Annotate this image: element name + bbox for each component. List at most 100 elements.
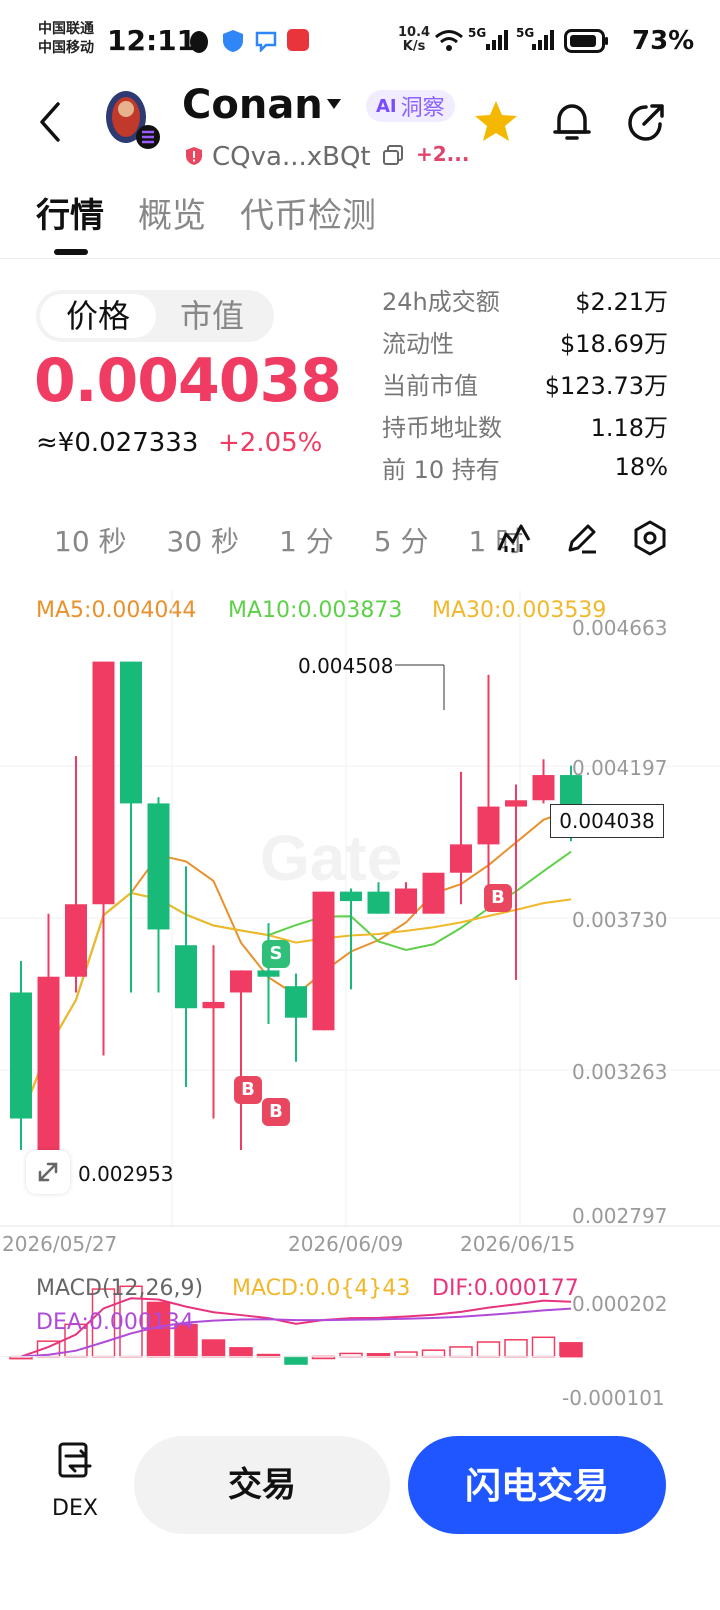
dea-legend: DEA:0.000134 bbox=[36, 1310, 194, 1335]
back-arrow-icon[interactable] bbox=[30, 100, 74, 144]
expand-icon bbox=[38, 1162, 58, 1182]
expand-chart-button[interactable] bbox=[26, 1150, 70, 1194]
x-tick-label: 2026/05/27 bbox=[2, 1232, 118, 1256]
share-icon[interactable] bbox=[622, 98, 670, 146]
candle-body bbox=[230, 970, 252, 993]
tab-market[interactable]: 行情 bbox=[36, 188, 104, 258]
macd-histogram-bar bbox=[504, 1339, 528, 1358]
stat-row: 当前市值 $123.73万 bbox=[382, 362, 668, 404]
macd-y-tick: 0.000202 bbox=[572, 1292, 668, 1316]
indicator-chart-icon[interactable] bbox=[496, 520, 532, 556]
signal-bars-1-icon bbox=[486, 30, 508, 50]
signal-bars-2-icon bbox=[532, 30, 554, 50]
more-chains-link[interactable]: +2... bbox=[416, 142, 469, 166]
interval-30s[interactable]: 30 秒 bbox=[167, 520, 240, 560]
chart-settings-icon[interactable] bbox=[632, 520, 668, 556]
candle-body bbox=[65, 904, 87, 977]
tab-token-check[interactable]: 代币检测 bbox=[240, 188, 376, 258]
star-icon[interactable] bbox=[472, 98, 520, 146]
qq-icon bbox=[190, 31, 208, 53]
toggle-price[interactable]: 价格 bbox=[40, 294, 156, 338]
token-avatar bbox=[106, 91, 160, 149]
y-tick-label: 0.002797 bbox=[572, 1204, 668, 1228]
candle-body bbox=[202, 1001, 225, 1009]
main-tabs: 行情 概览 代币检测 bbox=[36, 188, 376, 258]
macd-histogram-bar bbox=[559, 1342, 583, 1358]
macd-histogram-bar bbox=[229, 1347, 253, 1358]
battery-percent: 73% bbox=[632, 26, 695, 56]
dex-swap-icon bbox=[58, 1442, 92, 1478]
tab-overview[interactable]: 概览 bbox=[138, 188, 206, 258]
y-tick-label: 0.004197 bbox=[572, 756, 668, 780]
price-change: +2.05% bbox=[218, 428, 323, 458]
token-name[interactable]: Conan bbox=[182, 82, 323, 128]
trade-button[interactable]: 交易 bbox=[134, 1436, 390, 1534]
carrier-labels: 中国联通 中国移动 bbox=[38, 20, 94, 58]
candle-body bbox=[532, 775, 555, 801]
buy-marker[interactable]: B bbox=[484, 884, 512, 912]
carrier-1: 中国联通 bbox=[38, 21, 94, 37]
last-price-tag: 0.004038 bbox=[550, 804, 664, 838]
price-mcap-toggle: 价格 市值 bbox=[36, 290, 274, 342]
net-speed-value: 10.4 bbox=[398, 25, 431, 40]
net-speed: 10.4 K/s bbox=[398, 26, 430, 54]
stat-label: 持币地址数 bbox=[382, 413, 502, 442]
contract-address[interactable]: CQva...xBQt bbox=[212, 142, 371, 172]
watermark-logo: Gate bbox=[260, 822, 402, 894]
candle-body bbox=[450, 844, 472, 873]
macd-histogram-bar bbox=[421, 1349, 446, 1358]
candle-body bbox=[257, 970, 280, 977]
stat-label: 当前市值 bbox=[382, 371, 478, 400]
current-price: 0.004038 bbox=[34, 346, 342, 416]
stat-label: 前 10 持有 bbox=[382, 455, 500, 484]
interval-1m[interactable]: 1 分 bbox=[279, 520, 334, 560]
interval-10s[interactable]: 10 秒 bbox=[54, 520, 127, 560]
stat-label: 流动性 bbox=[382, 329, 454, 358]
risk-warning-icon[interactable] bbox=[184, 146, 204, 166]
stat-row: 24h成交额 $2.21万 bbox=[382, 278, 668, 320]
candle-body bbox=[422, 872, 445, 914]
sell-marker[interactable]: S bbox=[262, 940, 290, 968]
candle-body bbox=[505, 800, 527, 807]
candle-body bbox=[92, 661, 115, 905]
candle-body bbox=[395, 888, 417, 914]
draw-pencil-icon[interactable] bbox=[564, 520, 600, 556]
wifi-icon bbox=[435, 30, 463, 51]
shield-icon bbox=[223, 30, 243, 52]
x-tick-label: 2026/06/15 bbox=[460, 1232, 576, 1256]
y-tick-label: 0.003263 bbox=[572, 1060, 668, 1084]
dex-button[interactable]: DEX bbox=[40, 1436, 110, 1526]
status-time: 12:11 bbox=[107, 24, 197, 57]
token-stats: 24h成交额 $2.21万 流动性 $18.69万 当前市值 $123.73万 … bbox=[382, 278, 668, 488]
net-speed-unit: K/s bbox=[402, 39, 426, 54]
stat-value: $2.21万 bbox=[575, 287, 668, 316]
interval-selector: 10 秒 30 秒 1 分 5 分 1 时 bbox=[54, 520, 563, 560]
macd-histogram-bar bbox=[394, 1351, 418, 1358]
stat-row: 持币地址数 1.18万 bbox=[382, 404, 668, 446]
candle-body bbox=[37, 976, 60, 1151]
macd-histogram-bar bbox=[476, 1341, 501, 1358]
macd-histogram-bar bbox=[449, 1346, 473, 1358]
macd-histogram-bar bbox=[284, 1355, 308, 1365]
interval-5m[interactable]: 5 分 bbox=[374, 520, 429, 560]
ai-tag: AI bbox=[376, 95, 397, 117]
macd-y-tick: -0.000101 bbox=[562, 1386, 665, 1410]
ai-insight-button[interactable]: AI 洞察 bbox=[366, 90, 455, 122]
macd-name-legend: MACD(12,26,9) bbox=[36, 1276, 204, 1301]
copy-icon[interactable] bbox=[382, 144, 404, 166]
bell-icon[interactable] bbox=[548, 98, 596, 146]
stat-row: 流动性 $18.69万 bbox=[382, 320, 668, 362]
dif-legend: DIF:0.000177 bbox=[432, 1276, 579, 1301]
caret-down-icon[interactable] bbox=[326, 98, 342, 110]
price-cny: ≈¥0.027333 bbox=[36, 428, 199, 458]
low-price-label: 0.002953 bbox=[78, 1162, 174, 1186]
stat-row: 前 10 持有 18% bbox=[382, 446, 668, 488]
flash-trade-button[interactable]: 闪电交易 bbox=[408, 1436, 666, 1534]
candle-body bbox=[10, 992, 32, 1119]
buy-marker[interactable]: B bbox=[262, 1098, 290, 1126]
stat-value: 18% bbox=[614, 453, 668, 481]
chat-bubble-icon bbox=[255, 31, 277, 52]
y-tick-label: 0.003730 bbox=[572, 908, 668, 932]
buy-marker[interactable]: B bbox=[234, 1076, 262, 1104]
toggle-market-cap[interactable]: 市值 bbox=[154, 294, 270, 338]
